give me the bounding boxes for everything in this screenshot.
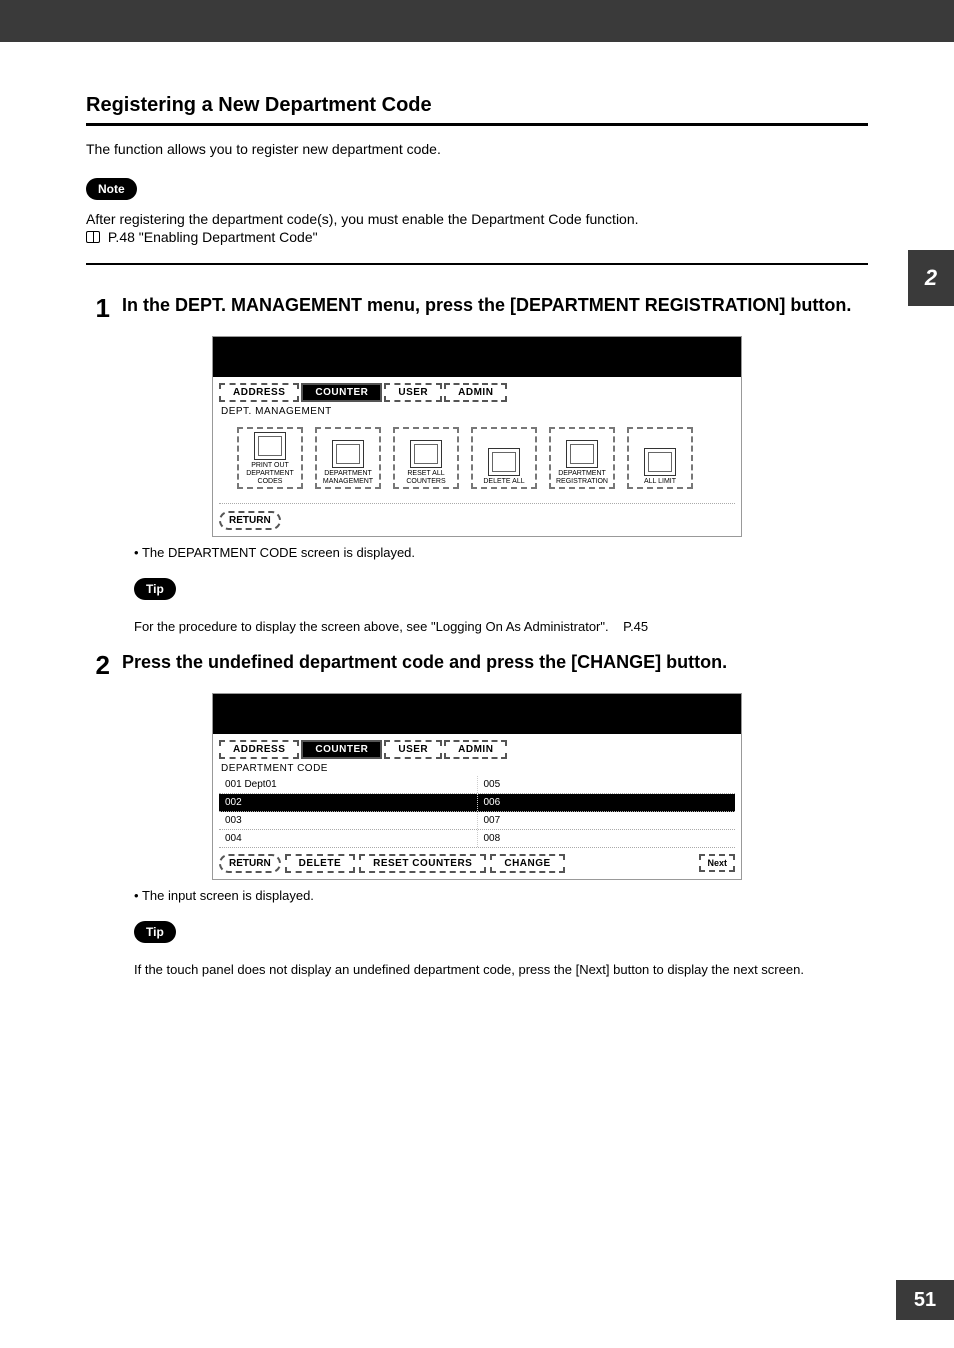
screenshot-step-2: ADDRESS COUNTER USER ADMIN DEPARTMENT CO…: [212, 693, 742, 880]
tab-address[interactable]: ADDRESS: [219, 383, 299, 402]
screenshot-titlebar: [213, 337, 741, 377]
department-management-button[interactable]: DEPARTMENT MANAGEMENT: [315, 427, 381, 489]
print-out-dept-codes-button[interactable]: PRINT OUT DEPARTMENT CODES: [237, 427, 303, 489]
tab-admin[interactable]: ADMIN: [444, 383, 507, 402]
table-row[interactable]: 003 007: [219, 812, 735, 830]
register-icon: [566, 440, 598, 468]
tab-user[interactable]: USER: [384, 383, 442, 402]
reset-counters-button[interactable]: RESET COUNTERS: [359, 854, 486, 873]
rule: [86, 123, 868, 126]
tip-text-2: If the touch panel does not display an u…: [134, 961, 868, 979]
tip-badge-1: Tip: [134, 578, 176, 600]
step-2-bullet: • The input screen is displayed.: [134, 888, 868, 903]
return-button[interactable]: RETURN: [219, 854, 281, 873]
dept-code-004: 004: [219, 830, 478, 847]
intro-text: The function allows you to register new …: [86, 140, 868, 160]
screenshot-titlebar: [213, 694, 741, 734]
note-text: After registering the department code(s)…: [86, 210, 868, 230]
screenshot-step-1: ADDRESS COUNTER USER ADMIN DEPT. MANAGEM…: [212, 336, 742, 537]
screen-name-1: DEPT. MANAGEMENT: [213, 402, 741, 419]
book-icon: [86, 231, 100, 243]
dept-code-006: 006: [478, 794, 736, 811]
chapter-tab: 2: [908, 250, 954, 306]
page-number: 51: [896, 1280, 954, 1320]
top-bar: [0, 0, 954, 42]
document-icon: [254, 432, 286, 460]
limit-icon: [644, 448, 676, 476]
tab-user[interactable]: USER: [384, 740, 442, 759]
step-number-2: 2: [86, 650, 110, 681]
change-button[interactable]: CHANGE: [490, 854, 564, 873]
tab-admin[interactable]: ADMIN: [444, 740, 507, 759]
rule: [86, 263, 868, 265]
dept-code-001: 001 Dept01: [219, 776, 478, 793]
tip-text-1: For the procedure to display the screen …: [134, 618, 868, 636]
delete-button[interactable]: DELETE: [285, 854, 355, 873]
return-button[interactable]: RETURN: [219, 511, 281, 530]
step-number-1: 1: [86, 293, 110, 324]
next-button[interactable]: Next: [699, 854, 735, 872]
tip-badge-2: Tip: [134, 921, 176, 943]
tab-counter[interactable]: COUNTER: [301, 383, 382, 402]
dept-code-002: 002: [219, 794, 478, 811]
dept-code-005: 005: [478, 776, 736, 793]
table-row-selected[interactable]: 002 006: [219, 794, 735, 812]
note-badge: Note: [86, 178, 137, 200]
dept-code-008: 008: [478, 830, 736, 847]
tab-address[interactable]: ADDRESS: [219, 740, 299, 759]
delete-all-button[interactable]: DELETE ALL: [471, 427, 537, 489]
step-text-1: In the DEPT. MANAGEMENT menu, press the …: [122, 293, 851, 317]
dept-code-007: 007: [478, 812, 736, 829]
note-ref-text: P.48 "Enabling Department Code": [108, 229, 318, 245]
note-reference: P.48 "Enabling Department Code": [86, 229, 868, 245]
reset-all-counters-button[interactable]: RESET ALL COUNTERS: [393, 427, 459, 489]
gauge-icon: [332, 440, 364, 468]
counter-icon: [410, 440, 442, 468]
step-1-bullet: • The DEPARTMENT CODE screen is displaye…: [134, 545, 868, 560]
table-row[interactable]: 004 008: [219, 830, 735, 848]
dept-code-003: 003: [219, 812, 478, 829]
department-registration-button[interactable]: DEPARTMENT REGISTRATION: [549, 427, 615, 489]
table-row[interactable]: 001 Dept01 005: [219, 776, 735, 794]
tab-counter[interactable]: COUNTER: [301, 740, 382, 759]
screen-name-2: DEPARTMENT CODE: [213, 759, 741, 776]
all-limit-button[interactable]: ALL LIMIT: [627, 427, 693, 489]
step-text-2: Press the undefined department code and …: [122, 650, 727, 674]
trash-icon: [488, 448, 520, 476]
section-title: Registering a New Department Code: [86, 94, 868, 117]
